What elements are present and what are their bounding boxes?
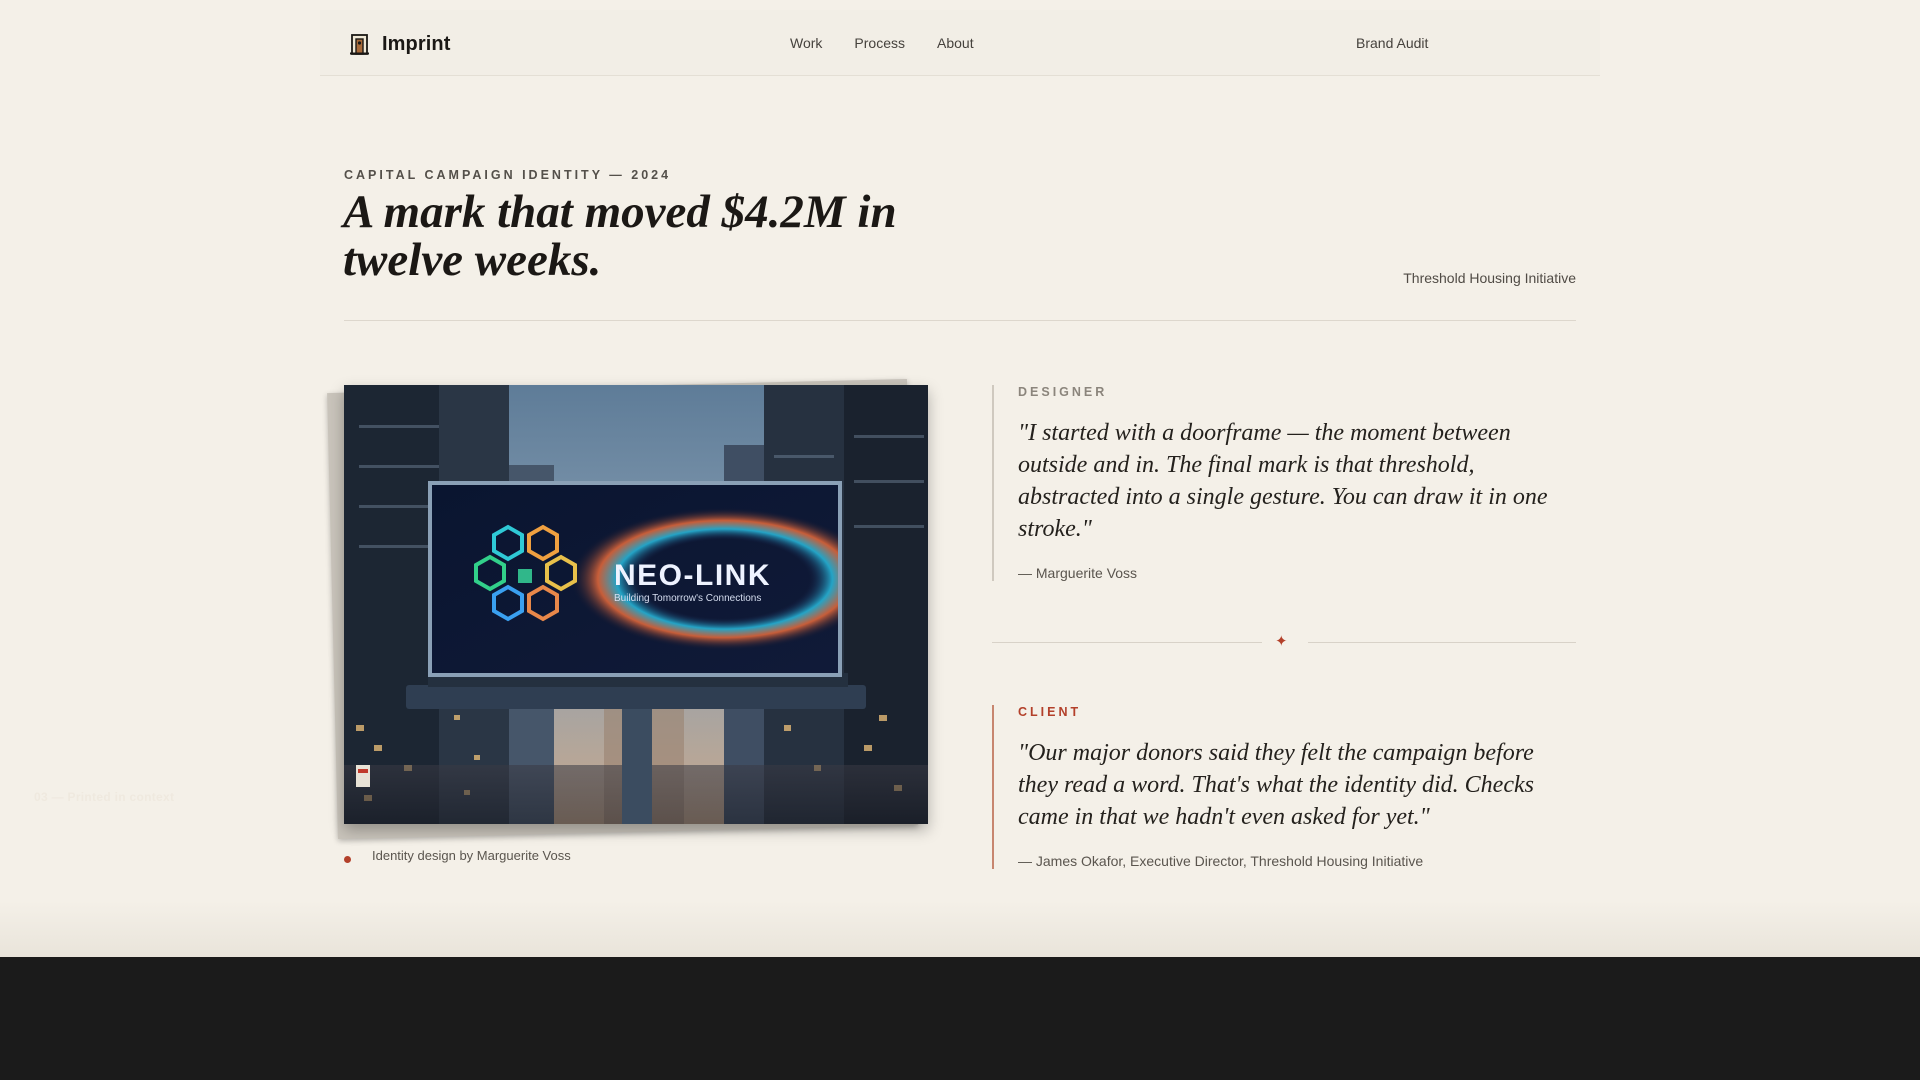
billboard-title: NEO-LINK <box>614 559 771 592</box>
designer-quote-text: "I started with a doorframe — the moment… <box>1018 420 1548 542</box>
client-quote-text: "Our major donors said they felt the cam… <box>1018 740 1534 830</box>
brand-audit-link[interactable]: Brand Audit <box>1356 35 1428 51</box>
nav-link-work[interactable]: Work <box>790 35 822 51</box>
billboard-tagline: Building Tomorrow's Connections <box>614 593 761 604</box>
brand-name: Imprint <box>382 32 451 55</box>
nav-link-process[interactable]: Process <box>854 35 905 51</box>
designer-attribution: — Marguerite Voss <box>1018 565 1138 581</box>
sparkle-icon: ✦ <box>1275 633 1288 650</box>
designer-label: DESIGNER <box>1018 385 1108 399</box>
project-image-card: NEO-LINK Building Tomorrow's Connections <box>327 378 930 840</box>
quote-divider: ✦ <box>992 633 1576 650</box>
billboard-photo[interactable]: NEO-LINK Building Tomorrow's Connections <box>344 385 928 824</box>
project-eyebrow: CAPITAL CAMPAIGN IDENTITY — 2024 <box>344 168 672 182</box>
site-footer <box>0 957 1920 1080</box>
image-caption: 03 — Printed in context <box>34 790 175 804</box>
main-nav: Work Process About <box>790 35 974 51</box>
site-header: Imprint Work Process About Brand Audit <box>320 10 1600 76</box>
footer-fade <box>0 900 1920 958</box>
hero-divider <box>344 320 1576 321</box>
brand[interactable]: Imprint <box>348 32 450 56</box>
client-quote: CLIENT "Our major donors said they felt … <box>992 705 1576 869</box>
doorframe-logo-icon <box>350 34 369 55</box>
credit-bullet-icon <box>344 856 351 863</box>
client-attribution: — James Okafor, Executive Director, Thre… <box>1018 853 1424 869</box>
client-label: CLIENT <box>1018 705 1082 719</box>
page-title: A mark that moved $4.2M in twelve weeks. <box>343 186 897 286</box>
nav-link-about[interactable]: About <box>937 35 974 51</box>
image-credit: Identity design by Marguerite Voss <box>372 848 571 863</box>
designer-quote: DESIGNER "I started with a doorframe — t… <box>992 385 1576 581</box>
client-name: Threshold Housing Initiative <box>1403 270 1576 286</box>
